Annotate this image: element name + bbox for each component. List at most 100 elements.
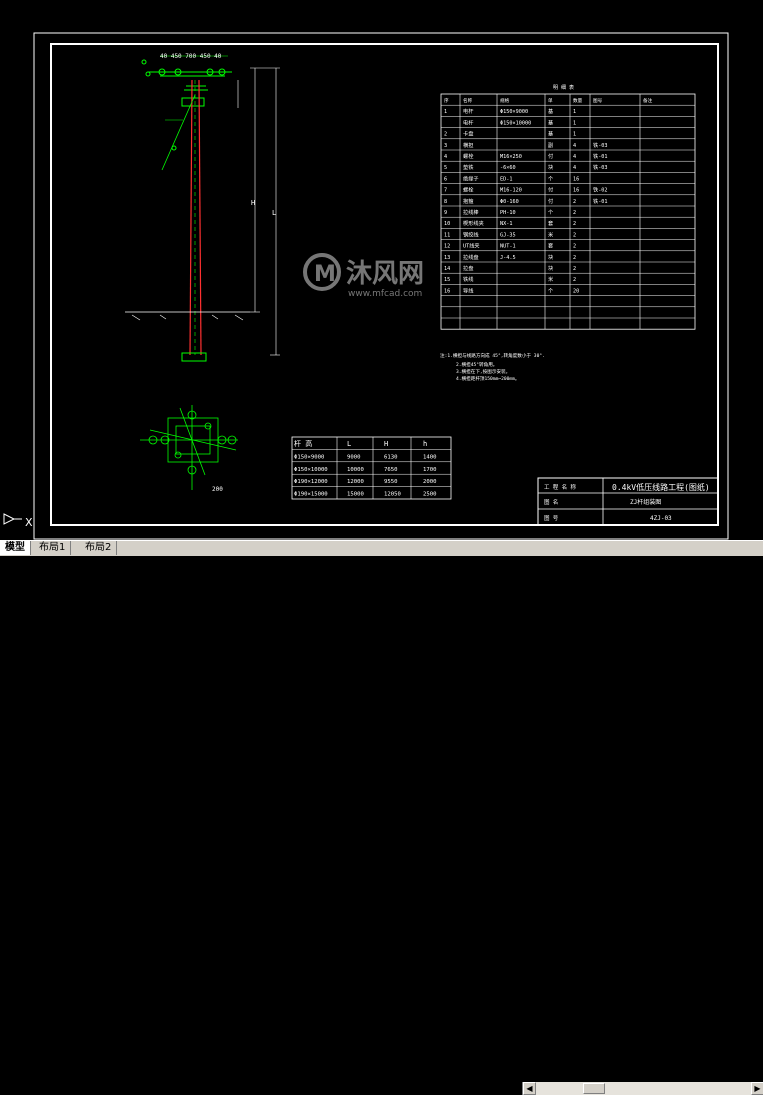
material-cell: M16×250: [500, 154, 522, 160]
material-header-cell: 数量: [573, 97, 583, 104]
material-cell: 螺栓: [463, 152, 474, 160]
material-cell: 12: [444, 244, 450, 250]
material-cell: 4: [573, 154, 576, 160]
watermark-url: www.mfcad.com: [348, 289, 422, 299]
material-cell: 10: [444, 221, 450, 227]
drawing-name-label: 图 名: [544, 498, 558, 506]
material-cell: 8: [444, 199, 447, 205]
material-cell: 1: [573, 109, 576, 115]
material-header-cell: 单: [548, 97, 553, 104]
ucs-icon: X: [3, 513, 33, 529]
material-cell: 套: [548, 219, 554, 227]
horizontal-scrollbar[interactable]: ◀ ▶: [522, 1082, 763, 1095]
material-cell: 2: [573, 244, 576, 250]
material-cell: 电杆: [463, 107, 473, 115]
material-cell: 付: [548, 197, 553, 205]
material-cell: 6: [444, 176, 447, 182]
material-cell: -6×60: [500, 165, 516, 171]
cad-drawing-area[interactable]: 40 450 700 450 40 H L 200 明 细 表 序 名称 规格 单 数量…: [0, 0, 763, 540]
material-table: 序 名称 规格 单 数量 图号 备注 1 电杆 Φ150×9000 基 1 电杆 Φ150×10000 基 1…: [440, 93, 696, 330]
material-cell: 铁-03: [593, 141, 608, 149]
material-cell: 卡盘: [463, 130, 473, 138]
material-cell: 1: [444, 109, 447, 115]
material-cell: 2: [573, 232, 576, 238]
material-cell: 导线: [463, 286, 473, 294]
dim-header-cell: 杆 高: [294, 439, 312, 448]
material-cell: 铁-03: [593, 163, 608, 171]
material-cell: 2: [573, 199, 576, 205]
watermark-text: 沐风网: [346, 259, 424, 289]
height-mark: H: [251, 199, 255, 207]
material-cell: 副: [548, 141, 553, 149]
dim-header-cell: H: [384, 440, 388, 448]
svg-text:M: M: [314, 262, 336, 287]
material-cell: 5: [444, 165, 447, 171]
dim-cell: 1400: [423, 454, 436, 460]
material-cell: Φ150×9000: [500, 109, 528, 115]
tab-model[interactable]: 模型: [0, 541, 31, 555]
note-3: 3.横担在下,按图示安装。: [456, 368, 510, 375]
dim-cell: 12050: [384, 492, 401, 498]
material-cell: 铁-02: [593, 186, 608, 194]
material-cell: 绝缘子: [463, 174, 479, 182]
material-header-cell: 名称: [463, 97, 473, 104]
material-cell: NX-1: [500, 221, 513, 227]
dim-cell: 6130: [384, 454, 397, 460]
scroll-thumb[interactable]: [583, 1083, 605, 1094]
dim-cell: Φ150×9000: [294, 454, 324, 460]
material-cell: 拉线棒: [463, 208, 479, 216]
material-header-cell: 序: [444, 97, 449, 104]
material-cell: 1: [573, 120, 576, 126]
tab-layout2[interactable]: 布局2: [80, 541, 118, 555]
dim-cell: 1700: [423, 467, 436, 473]
material-cell: J-4.5: [500, 255, 516, 261]
scroll-right-icon[interactable]: ▶: [751, 1082, 763, 1095]
material-cell: 2: [573, 221, 576, 227]
dim-cell: 9550: [384, 479, 397, 485]
material-cell: 13: [444, 255, 450, 261]
material-cell: 块: [548, 253, 554, 261]
dim-cell: 10000: [347, 467, 364, 473]
material-cell: 铁-01: [593, 152, 608, 160]
dim-cell: 2000: [423, 479, 436, 485]
material-cell: 米: [548, 275, 554, 283]
dim-cell: 12000: [347, 479, 364, 485]
material-header-cell: 规格: [500, 97, 510, 104]
dimension-table: 杆 高 L Hh Φ150×9000 9000 6130 1400 Φ150×10000 100…: [291, 436, 452, 500]
plan-dim: 200: [212, 486, 223, 493]
material-cell: 基: [548, 130, 554, 138]
material-cell: NUT-1: [500, 244, 516, 250]
dim-cell: 7650: [384, 467, 397, 473]
dim-cell: Φ190×12000: [294, 479, 328, 485]
project-label: 工 程 名 称: [544, 483, 576, 491]
layout-tab-bar: ◀ 模型 布局1 布局2 ◀ ▶: [0, 540, 763, 1095]
material-cell: 付: [548, 152, 553, 160]
material-cell: 7: [444, 188, 447, 194]
drawing-name-value: ZJ杆组装图: [630, 498, 661, 506]
cad-drawing: 40 450 700 450 40 H L 200 明 细 表 序 名称 规格 单 数量…: [33, 32, 729, 540]
dim-cell: Φ150×10000: [294, 467, 328, 473]
note-4: 4.横担距杆顶150mm~200mm。: [456, 375, 520, 382]
material-cell: Φ150×10000: [500, 120, 531, 126]
material-cell: 基: [548, 107, 554, 115]
material-cell: 2: [444, 132, 447, 138]
material-cell: 14: [444, 266, 450, 272]
dim-header-cell: h: [423, 440, 427, 448]
pole-plan-view: [140, 405, 238, 490]
material-cell: UT线夹: [463, 242, 480, 250]
dim-cell: 15000: [347, 492, 364, 498]
tab-layout1[interactable]: 布局1: [34, 541, 72, 555]
material-cell: 抱箍: [463, 197, 473, 205]
material-cell: PH-10: [500, 210, 516, 216]
notes: 注:1.横担与线路方向成 45°,转角度数小于 30°. 2.横担45°转角用。…: [440, 352, 545, 382]
material-cell: 块: [548, 264, 554, 272]
pole-top-dims: 40 450 700 450 40: [160, 53, 222, 60]
ucs-x-label: X: [25, 516, 33, 529]
scroll-left-icon[interactable]: ◀: [523, 1082, 536, 1095]
material-cell: 米: [548, 230, 554, 238]
watermark: M 沐风网 www.mfcad.com: [303, 253, 424, 299]
material-cell: 拉线盘: [463, 253, 479, 261]
material-cell: 4: [573, 165, 576, 171]
dim-cell: 9000: [347, 454, 360, 460]
material-cell: 付: [548, 186, 553, 194]
